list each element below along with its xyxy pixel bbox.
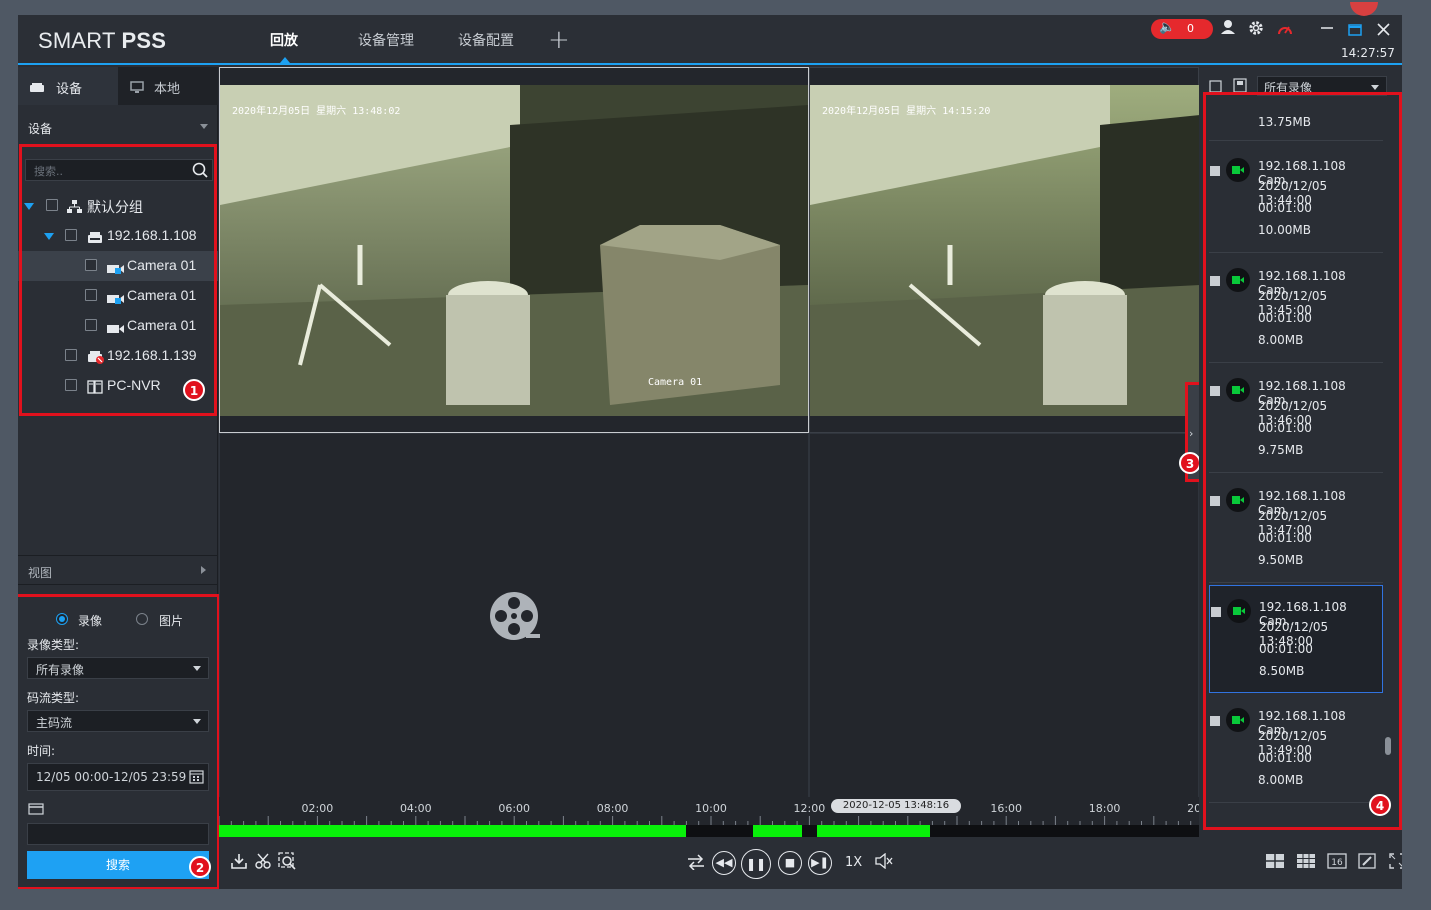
tab-device-management[interactable]: 设备管理 (358, 30, 414, 50)
minimize-icon[interactable] (1320, 17, 1334, 36)
timeline-tick-label: 08:00 (597, 802, 629, 815)
annotation-box-1 (19, 144, 217, 416)
osd-timestamp: 2020年12月05日 星期六 14:15:20 (822, 106, 991, 117)
recorded-segment[interactable] (752, 825, 802, 837)
video-pane-4[interactable] (809, 433, 1199, 813)
record-list-panel: 所有录像 13.75MB 192.168.1.108 Cam... 2020/12… (1199, 67, 1402, 837)
download-icon[interactable] (231, 853, 247, 873)
layout-4-split-icon[interactable] (1265, 853, 1285, 873)
next-frame-button[interactable]: ▶❚ (808, 851, 832, 875)
device-section-header[interactable]: 设备 (18, 111, 218, 137)
tab-playback[interactable]: 回放 (270, 30, 298, 50)
tab-local[interactable]: 本地 (118, 67, 218, 105)
alarm-count: 0 (1187, 22, 1194, 35)
recorded-segment[interactable] (816, 825, 930, 837)
rewind-button[interactable]: ◀◀ (712, 851, 736, 875)
timeline-tick-label: 16:00 (990, 802, 1022, 815)
left-tabs: 设备 本地 (18, 67, 218, 105)
fullscreen-icon[interactable] (1389, 853, 1402, 873)
chevron-right-icon (201, 566, 206, 574)
playback-speed[interactable]: 1X (845, 855, 862, 870)
tab-device[interactable]: 设备 (18, 67, 118, 105)
annotation-badge-1: 1 (183, 379, 205, 401)
view-section-title: 视图 (28, 566, 53, 580)
custom-layout-edit-icon[interactable] (1358, 853, 1376, 873)
timeline-tick-label: 10:00 (695, 802, 727, 815)
playback-timeline[interactable]: 02:00 04:00 06:00 08:00 10:00 12:00 16:00 18:00… (219, 797, 1199, 837)
timeline-tick-label: 18:00 (1089, 802, 1121, 815)
view-section-header[interactable]: 视图 (18, 555, 218, 585)
close-icon[interactable] (1377, 21, 1390, 40)
annotation-badge-4: 4 (1369, 794, 1391, 816)
recorded-segment[interactable] (219, 825, 687, 837)
layout-16-split-icon[interactable]: 16 (1327, 853, 1347, 873)
osd-camera-name: Camera 01 (648, 377, 703, 388)
film-reel-icon (488, 590, 542, 648)
add-tab-button[interactable]: + (548, 25, 570, 55)
camera-feed-2 (810, 85, 1200, 416)
video-pane-1[interactable]: 2020年12月05日 星期六 13:48:02 Camera 01 (219, 67, 809, 433)
chevron-down-icon (200, 124, 208, 129)
timeline-tick-label: 06:00 (498, 802, 530, 815)
video-wall: 2020年12月05日 星期六 13:48:02 Camera 01 2020年… (219, 67, 1205, 813)
zoom-region-icon[interactable] (278, 852, 296, 874)
maximize-icon[interactable] (1348, 21, 1362, 40)
title-bar: SMART PSS 回放 设备管理 设备配置 + 🔈 0 14:27:57 (18, 15, 1402, 65)
mute-icon[interactable] (875, 852, 893, 873)
device-section-title: 设备 (28, 122, 53, 136)
user-icon[interactable] (1221, 19, 1235, 39)
monitor-icon (130, 79, 144, 98)
annotation-badge-2: 2 (189, 856, 211, 878)
video-pane-3[interactable] (219, 433, 809, 813)
settings-gear-icon[interactable] (1248, 20, 1264, 40)
playback-controls: ◀◀ ❚❚ ■ ▶❚ 1X 16 (219, 837, 1402, 889)
timeline-tick-label: 12:00 (794, 802, 826, 815)
app-logo: SMART PSS (38, 28, 167, 53)
device-icon (29, 79, 45, 98)
speaker-icon: 🔈 (1159, 20, 1176, 35)
timeline-tick-label: 04:00 (400, 802, 432, 815)
tab-device-label: 设备 (56, 82, 83, 97)
notification-dot (1350, 2, 1378, 16)
timeline-tick-label: 20:00 (1187, 802, 1199, 815)
active-tab-indicator (280, 57, 290, 63)
camera-feed-1 (220, 85, 808, 416)
dropdown-caret-icon (1371, 85, 1379, 90)
tab-device-config[interactable]: 设备配置 (458, 30, 514, 50)
left-panel: 设备 本地 设备 搜索.. 默认分组 192.168.1.108 Camera … (18, 67, 220, 889)
video-pane-2[interactable]: 2020年12月05日 星期六 14:15:20 (809, 67, 1200, 433)
annotation-box-2 (18, 594, 220, 889)
pause-button[interactable]: ❚❚ (741, 849, 771, 879)
layout-9-split-icon[interactable] (1296, 853, 1316, 873)
annotation-box-4 (1203, 92, 1402, 830)
timeline-cursor-time[interactable]: 2020-12-05 13:48:16 (831, 799, 961, 813)
clip-scissors-icon[interactable] (255, 853, 271, 873)
stop-button[interactable]: ■ (778, 851, 802, 875)
timeline-tick-label: 02:00 (302, 802, 334, 815)
performance-gauge-icon[interactable] (1277, 21, 1293, 40)
annotation-badge-3: 3 (1179, 452, 1201, 474)
sync-play-icon[interactable] (687, 854, 705, 874)
osd-timestamp: 2020年12月05日 星期六 13:48:02 (232, 106, 401, 117)
alarm-button[interactable]: 🔈 0 (1151, 19, 1213, 39)
system-clock: 14:27:57 (1341, 46, 1395, 60)
record-track[interactable] (219, 825, 1199, 837)
svg-text:16: 16 (1331, 858, 1343, 868)
tab-local-label: 本地 (154, 82, 181, 97)
smart-pss-window: SMART PSS 回放 设备管理 设备配置 + 🔈 0 14:27:57 设备… (18, 15, 1402, 889)
